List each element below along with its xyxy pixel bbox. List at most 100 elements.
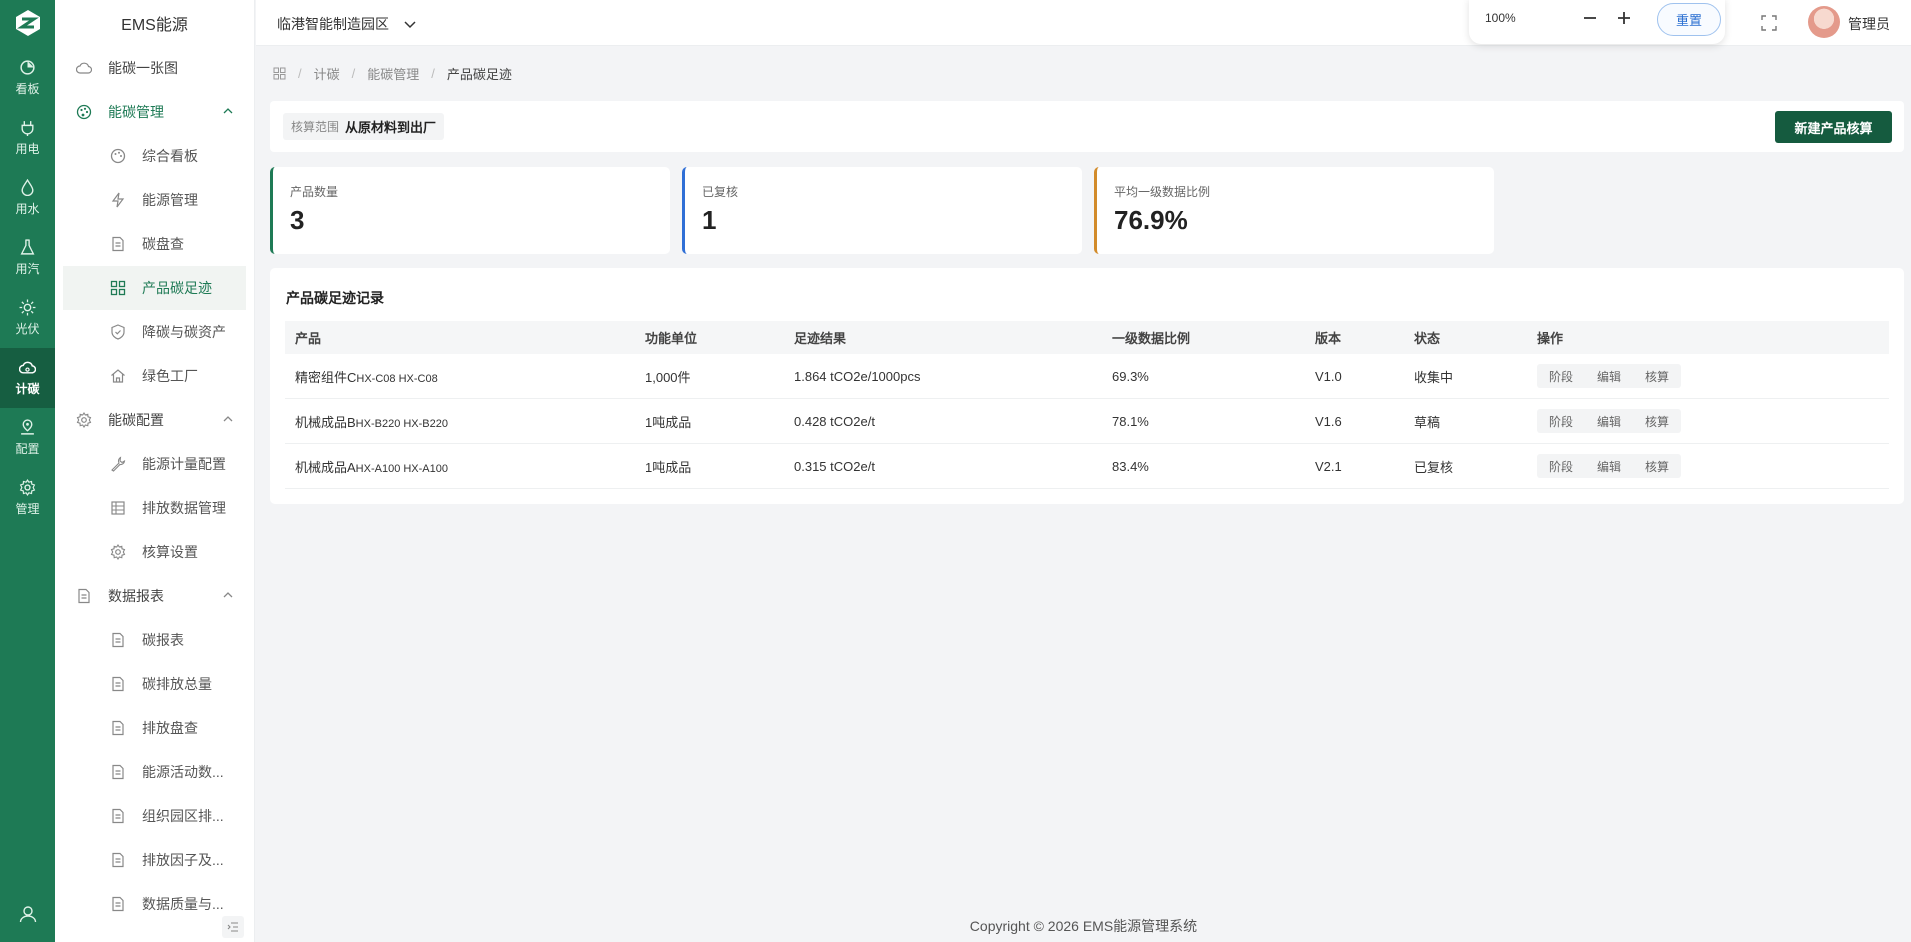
site-select[interactable]: 临港智能制造园区 [277, 14, 417, 34]
version-cell: V1.0 [1315, 368, 1342, 384]
row-actions: 阶段 编辑 核算 [1537, 409, 1682, 433]
scope-tag: 核算范围 从原材料到出厂 [283, 113, 445, 140]
sidebar-item-label: 绿色工厂 [142, 368, 198, 384]
grid-icon [110, 280, 126, 296]
new-product-accounting-button[interactable]: 新建产品核算 [1775, 111, 1892, 143]
breadcrumb-item[interactable]: 能碳管理 [367, 64, 419, 83]
gear-icon [110, 544, 126, 560]
location-pin-icon [21, 419, 34, 435]
calculate-button[interactable]: 核算 [1633, 454, 1681, 478]
sidebar-item-total-emission[interactable]: 碳排放总量 [55, 662, 254, 706]
sidebar-item-carbon-assets[interactable]: 降碳与碳资产 [55, 310, 254, 354]
sidebar-item-overview[interactable]: 综合看板 [55, 134, 254, 178]
chevron-up-icon [223, 108, 233, 114]
edit-button[interactable]: 编辑 [1585, 364, 1633, 388]
sidebar-item-label: 数据报表 [108, 588, 164, 604]
sidebar-item-green-factory[interactable]: 绿色工厂 [55, 354, 254, 398]
breadcrumb-item[interactable]: 计碳 [314, 64, 340, 83]
user-name[interactable]: 管理员 [1848, 14, 1890, 34]
stage-button[interactable]: 阶段 [1537, 409, 1585, 433]
stage-button[interactable]: 阶段 [1537, 454, 1585, 478]
stage-button[interactable]: 阶段 [1537, 364, 1585, 388]
collapse-icon [227, 922, 238, 932]
sidebar-group-carbon-management[interactable]: 能碳管理 [55, 90, 254, 134]
table-row: 机械成品BHX-B220 HX-B220 1吨成品 0.428 tCO2e/t … [285, 399, 1889, 444]
rail-item-admin[interactable]: 管理 [0, 468, 55, 528]
rail-item-config[interactable]: 配置 [0, 408, 55, 468]
sidebar-item-accounting-settings[interactable]: 核算设置 [55, 530, 254, 574]
zoom-in-icon[interactable] [1615, 9, 1633, 27]
sidebar-item-emission-data[interactable]: 排放数据管理 [55, 486, 254, 530]
app-logo[interactable] [0, 0, 55, 46]
rail-item-steam[interactable]: 用汽 [0, 228, 55, 288]
status-cell: 草稿 [1414, 414, 1441, 430]
lightning-icon [110, 192, 126, 208]
rail-item-electricity[interactable]: 用电 [0, 108, 55, 168]
document-icon [110, 236, 126, 252]
sidebar-item-label: 碳报表 [142, 632, 184, 648]
sidebar-item-org-park-emission[interactable]: 组织园区排... [55, 794, 254, 838]
sidebar-item-carbon-inventory[interactable]: 碳盘查 [55, 222, 254, 266]
sidebar-item-label: 排放盘查 [142, 720, 198, 736]
sidebar-item-energy[interactable]: 能源管理 [55, 178, 254, 222]
calculate-button[interactable]: 核算 [1633, 409, 1681, 433]
sidebar-item-carbon-report[interactable]: 碳报表 [55, 618, 254, 662]
rail-item-dashboard[interactable]: 看板 [0, 48, 55, 108]
palette-icon [110, 148, 126, 164]
table-row: 机械成品AHX-A100 HX-A100 1吨成品 0.315 tCO2e/t … [285, 444, 1889, 489]
sidebar-item-label: 能碳一张图 [108, 60, 178, 76]
rail-item-carbon[interactable]: 计碳 [0, 348, 55, 408]
sidebar-item-carbon-map[interactable]: 能碳一张图 [55, 46, 254, 90]
collapse-sidebar-button[interactable] [222, 916, 244, 938]
sidebar-item-label: 排放数据管理 [142, 500, 226, 516]
breadcrumb: / 计碳 / 能碳管理 / 产品碳足迹 [273, 64, 512, 83]
sidebar-item-emission-factors[interactable]: 排放因子及... [55, 838, 254, 882]
water-drop-icon [21, 179, 34, 196]
stat-value: 1 [702, 205, 717, 235]
sidebar-group-carbon-config[interactable]: 能碳配置 [55, 398, 254, 442]
ratio-cell: 69.3% [1112, 368, 1149, 384]
sidebar-item-label: 碳盘查 [142, 236, 184, 252]
sidebar-item-product-footprint[interactable]: 产品碳足迹 [63, 266, 246, 310]
calculate-button[interactable]: 核算 [1633, 364, 1681, 388]
product-name: 机械成品B [295, 414, 356, 430]
column-header: 一级数据比例 [1112, 331, 1191, 346]
sidebar-group-reports[interactable]: 数据报表 [55, 574, 254, 618]
product-code: HX-C08 HX-C08 [356, 372, 438, 385]
top-header: 临港智能制造园区 100% 重置 管理员 [256, 0, 1911, 46]
product-code: HX-A100 HX-A100 [355, 462, 448, 475]
sidebar-item-metering-config[interactable]: 能源计量配置 [55, 442, 254, 486]
sidebar-item-energy-activity[interactable]: 能源活动数... [55, 750, 254, 794]
unit-cell: 1吨成品 [645, 459, 692, 475]
sidebar-item-emission-inventory[interactable]: 排放盘查 [55, 706, 254, 750]
sidebar-title: EMS能源 [121, 17, 188, 34]
zoom-reset-button[interactable]: 重置 [1657, 3, 1721, 36]
avatar[interactable] [1808, 6, 1840, 38]
sidebar-item-label: 排放因子及... [142, 852, 224, 868]
stat-value: 76.9% [1114, 205, 1188, 235]
actions-cell: 阶段 编辑 核算 [1537, 364, 1889, 388]
rail-item-solar[interactable]: 光伏 [0, 288, 55, 348]
result-cell: 0.428 tCO2e/t [794, 413, 875, 429]
rail-item-water[interactable]: 用水 [0, 168, 55, 228]
fullscreen-icon[interactable] [1759, 13, 1779, 33]
grid-icon[interactable] [273, 67, 286, 80]
document-icon [110, 632, 126, 648]
edit-button[interactable]: 编辑 [1585, 409, 1633, 433]
row-actions: 阶段 编辑 核算 [1537, 454, 1682, 478]
ratio-cell: 78.1% [1112, 413, 1149, 429]
stat-label: 平均一级数据比例 [1114, 185, 1211, 199]
edit-button[interactable]: 编辑 [1585, 454, 1633, 478]
user-profile-button[interactable] [0, 904, 55, 924]
zoom-out-icon[interactable] [1581, 9, 1599, 27]
sidebar-item-label: 能源计量配置 [142, 456, 226, 472]
stat-value: 3 [290, 205, 305, 235]
product-cell: 精密组件CHX-C08 HX-C08 [285, 367, 645, 386]
row-actions: 阶段 编辑 核算 [1537, 364, 1682, 388]
unit-cell: 1,000件 [645, 369, 691, 385]
footprint-records-panel: 产品碳足迹记录 产品 功能单位 足迹结果 一级数据比例 版本 状态 操作 精密组… [270, 268, 1904, 504]
document-icon [110, 852, 126, 868]
rail-item-label: 管理 [15, 502, 40, 516]
cloud-icon [19, 361, 36, 374]
result-cell: 1.864 tCO2e/1000pcs [794, 368, 921, 384]
